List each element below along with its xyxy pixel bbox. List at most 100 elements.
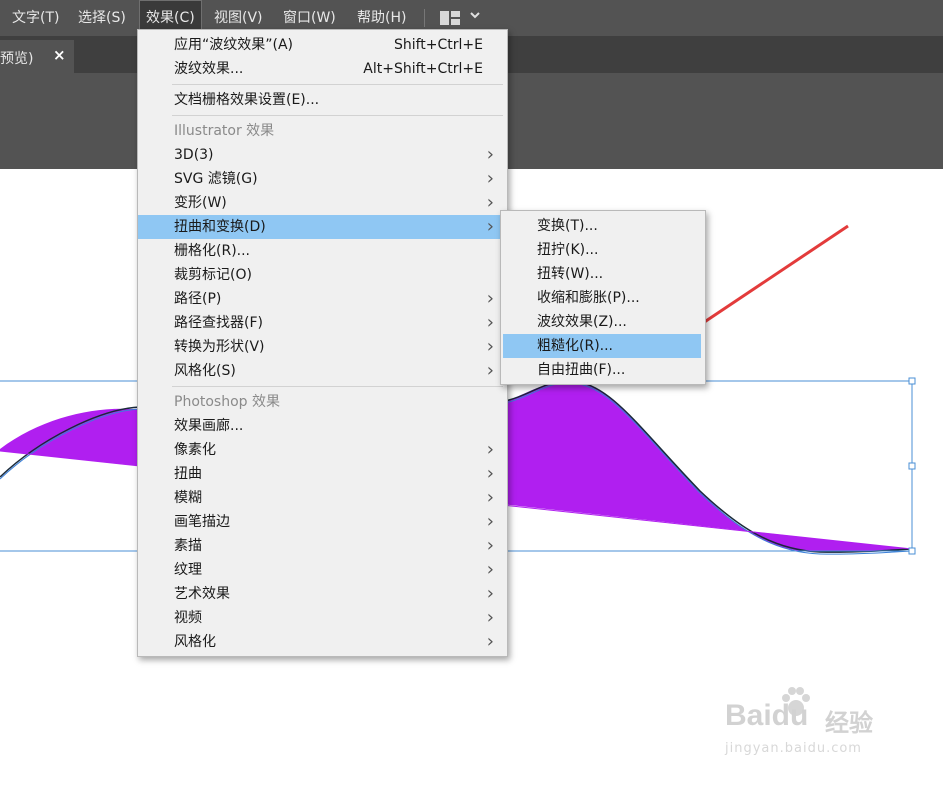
menu-item-label: 画笔描边 bbox=[174, 514, 230, 530]
menu-item[interactable]: 路径查找器(F) › bbox=[138, 311, 507, 335]
chevron-down-icon[interactable] bbox=[469, 8, 481, 25]
menu-item-label: 波纹效果(Z)... bbox=[537, 314, 627, 330]
menu-separator bbox=[172, 386, 503, 387]
menu-item[interactable]: 扭转(W)... bbox=[503, 262, 701, 286]
menu-item-label: 扭拧(K)... bbox=[537, 242, 599, 258]
menu-item-label: 栅格化(R)... bbox=[174, 243, 251, 259]
menu-item-label: 路径(P) bbox=[174, 291, 222, 307]
menu-item-label: 纹理 bbox=[174, 562, 202, 578]
menu-item-label: 效果画廊... bbox=[174, 418, 244, 434]
chevron-right-icon: › bbox=[486, 607, 494, 628]
menu-item-label: 波纹效果... bbox=[174, 61, 244, 77]
menu-item[interactable]: SVG 滤镜(G) › bbox=[138, 167, 507, 191]
menu-item-label: 收缩和膨胀(P)... bbox=[537, 290, 640, 306]
menu-item-shortcut: Shift+Ctrl+E bbox=[393, 37, 483, 53]
menu-item-label: 3D(3) bbox=[174, 147, 214, 163]
menu-item-label: 风格化(S) bbox=[174, 363, 236, 379]
menu-item[interactable]: 扭曲 › bbox=[138, 462, 507, 486]
chevron-right-icon: › bbox=[486, 559, 494, 580]
document-tab[interactable]: 预览) × bbox=[0, 40, 74, 73]
chevron-right-icon: › bbox=[486, 511, 494, 532]
menu-item[interactable]: 模糊 › bbox=[138, 486, 507, 510]
menu-item[interactable]: 变换(T)... bbox=[503, 214, 701, 238]
menu-section-header: Photoshop 效果 bbox=[138, 390, 507, 414]
menu-item[interactable]: 纹理 › bbox=[138, 558, 507, 582]
menu-item[interactable]: 效果画廊... bbox=[138, 414, 507, 438]
menu-item-label: 变换(T)... bbox=[537, 218, 598, 234]
menu-item[interactable]: 3D(3) › bbox=[138, 143, 507, 167]
menu-item[interactable]: 波纹效果... Alt+Shift+Ctrl+E bbox=[138, 57, 507, 81]
chevron-right-icon: › bbox=[486, 535, 494, 556]
menu-select[interactable]: 选择(S) bbox=[78, 0, 126, 36]
menu-item[interactable]: 风格化 › bbox=[138, 630, 507, 654]
chevron-right-icon: › bbox=[486, 487, 494, 508]
chevron-right-icon: › bbox=[486, 336, 494, 357]
menu-separator bbox=[172, 84, 503, 85]
chevron-right-icon: › bbox=[486, 144, 494, 165]
menu-item[interactable]: 风格化(S) › bbox=[138, 359, 507, 383]
menu-separator bbox=[424, 9, 425, 27]
menu-item[interactable]: 转换为形状(V) › bbox=[138, 335, 507, 359]
menu-text[interactable]: 文字(T) bbox=[12, 0, 59, 36]
menu-item[interactable]: 应用“波纹效果”(A) Shift+Ctrl+E bbox=[138, 33, 507, 57]
menu-separator bbox=[172, 115, 503, 116]
chevron-right-icon: › bbox=[486, 360, 494, 381]
menu-item-label: 裁剪标记(O) bbox=[174, 267, 252, 283]
watermark-url: jingyan.baidu.com bbox=[725, 741, 862, 756]
chevron-right-icon: › bbox=[486, 216, 494, 237]
menu-item-label: 扭曲和变换(D) bbox=[174, 219, 266, 235]
menu-item-label: 扭曲 bbox=[174, 466, 202, 482]
menu-item[interactable]: 文档栅格效果设置(E)... bbox=[138, 88, 507, 112]
menu-item[interactable]: 素描 › bbox=[138, 534, 507, 558]
menu-item[interactable]: 扭拧(K)... bbox=[503, 238, 701, 262]
menu-item-label: Illustrator 效果 bbox=[174, 123, 275, 139]
chevron-right-icon: › bbox=[486, 631, 494, 652]
chevron-right-icon: › bbox=[486, 583, 494, 604]
chevron-right-icon: › bbox=[486, 312, 494, 333]
menu-item[interactable]: 艺术效果 › bbox=[138, 582, 507, 606]
menu-item-label: 模糊 bbox=[174, 490, 202, 506]
menu-item-label: 文档栅格效果设置(E)... bbox=[174, 92, 320, 108]
menu-item-label: 像素化 bbox=[174, 442, 216, 458]
selection-handle bbox=[908, 547, 916, 555]
menu-item-label: 路径查找器(F) bbox=[174, 315, 263, 331]
menu-item-label: 应用“波纹效果”(A) bbox=[174, 37, 294, 53]
chevron-right-icon: › bbox=[486, 439, 494, 460]
menu-item-label: 自由扭曲(F)... bbox=[537, 362, 626, 378]
menu-item[interactable]: 自由扭曲(F)... bbox=[503, 358, 701, 382]
menu-item[interactable]: 画笔描边 › bbox=[138, 510, 507, 534]
distort-transform-submenu: 变换(T)... 扭拧(K)... 扭转(W)... 收缩和膨胀(P)... 波纹效果(… bbox=[500, 210, 706, 385]
menu-item[interactable]: 路径(P) › bbox=[138, 287, 507, 311]
chevron-right-icon: › bbox=[486, 288, 494, 309]
menu-item[interactable]: 扭曲和变换(D) › bbox=[138, 215, 507, 239]
chevron-right-icon: › bbox=[486, 192, 494, 213]
chevron-right-icon: › bbox=[486, 463, 494, 484]
menu-item-label: SVG 滤镜(G) bbox=[174, 171, 258, 187]
menu-item-shortcut: Alt+Shift+Ctrl+E bbox=[363, 61, 483, 77]
menu-item[interactable]: 收缩和膨胀(P)... bbox=[503, 286, 701, 310]
menu-item-label: 艺术效果 bbox=[174, 586, 230, 602]
menu-item-label: 视频 bbox=[174, 610, 202, 626]
close-icon[interactable]: × bbox=[53, 46, 66, 64]
menu-item[interactable]: 波纹效果(Z)... bbox=[503, 310, 701, 334]
menu-item[interactable]: 视频 › bbox=[138, 606, 507, 630]
menu-item-label: 变形(W) bbox=[174, 195, 227, 211]
menu-item-label: Photoshop 效果 bbox=[174, 394, 281, 410]
menu-section-header: Illustrator 效果 bbox=[138, 119, 507, 143]
menu-item-label: 扭转(W)... bbox=[537, 266, 604, 282]
menu-item-label: 转换为形状(V) bbox=[174, 339, 265, 355]
watermark-jingyan: 经验 bbox=[825, 709, 873, 737]
watermark-baidu: Baidu bbox=[725, 699, 809, 732]
menu-item[interactable]: 栅格化(R)... bbox=[138, 239, 507, 263]
menu-item[interactable]: 变形(W) › bbox=[138, 191, 507, 215]
menu-item-label: 粗糙化(R)... bbox=[537, 338, 614, 354]
effect-menu-dropdown: 应用“波纹效果”(A) Shift+Ctrl+E 波纹效果... Alt+Shift+… bbox=[137, 29, 508, 657]
selection-handle bbox=[908, 377, 916, 385]
workspace-layout-icon[interactable] bbox=[440, 11, 460, 25]
menu-item[interactable]: 像素化 › bbox=[138, 438, 507, 462]
document-tab-label: 预览) bbox=[0, 51, 34, 67]
chevron-right-icon: › bbox=[486, 168, 494, 189]
menu-item[interactable]: 粗糙化(R)... bbox=[503, 334, 701, 358]
menu-item-label: 风格化 bbox=[174, 634, 216, 650]
menu-item[interactable]: 裁剪标记(O) bbox=[138, 263, 507, 287]
